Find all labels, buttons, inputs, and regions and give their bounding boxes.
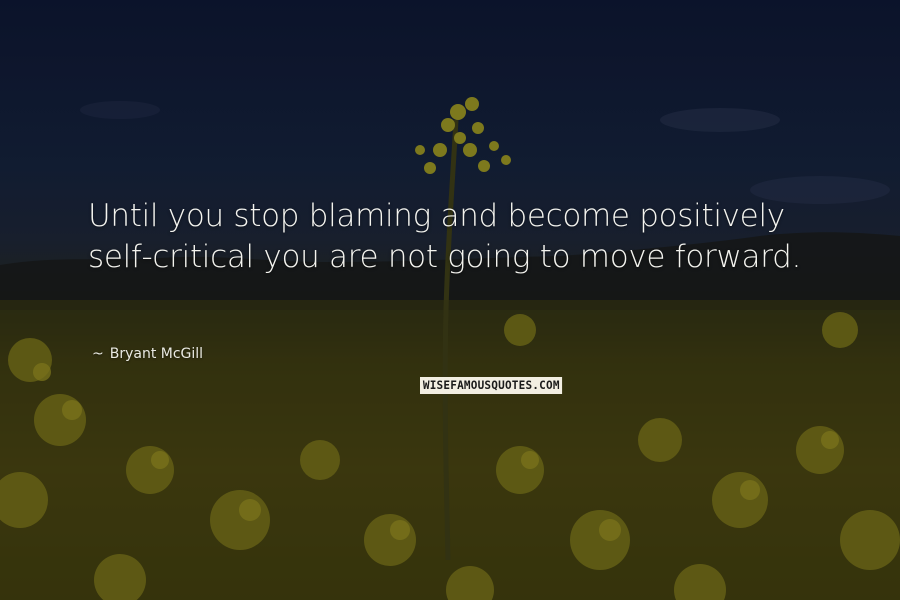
quote-author: ~ Bryant McGill [92, 346, 203, 362]
quote-image: Until you stop blaming and become positi… [0, 0, 900, 600]
author-name: Bryant McGill [109, 346, 204, 362]
rapeseed-field-background [0, 0, 900, 600]
quote-text: Until you stop blaming and become positi… [88, 198, 802, 275]
author-dash: ~ [92, 346, 104, 362]
site-watermark: WISEFAMOUSQUOTES.COM [420, 377, 563, 394]
